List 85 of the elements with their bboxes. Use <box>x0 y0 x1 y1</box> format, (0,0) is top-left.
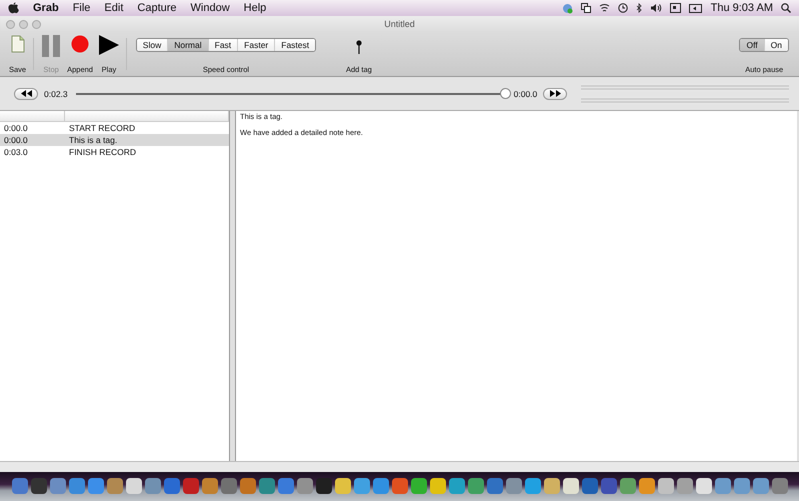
tag-time: 0:00.0 <box>4 123 29 133</box>
dock-app-icon[interactable] <box>772 478 788 494</box>
dock-app-icon[interactable] <box>752 478 768 494</box>
dock-app-icon[interactable] <box>164 478 180 494</box>
remaining-time: 0:00.0 <box>514 88 538 98</box>
dock-app-icon[interactable] <box>658 478 674 494</box>
dock-app-icon[interactable] <box>392 478 408 494</box>
dock-app-icon[interactable] <box>278 478 294 494</box>
menu-clock[interactable]: Thu 9:03 AM <box>710 2 773 14</box>
fast-forward-button[interactable] <box>543 88 568 100</box>
bluetooth-icon[interactable] <box>636 3 642 13</box>
dock-app-icon[interactable] <box>372 478 388 494</box>
dock-app-icon[interactable] <box>296 478 312 494</box>
tag-time: 0:00.0 <box>4 135 29 145</box>
dock-app-icon[interactable] <box>316 478 332 494</box>
volume-icon[interactable] <box>650 3 662 13</box>
dock-app-icon[interactable] <box>600 478 616 494</box>
dock-app-icon[interactable] <box>258 478 274 494</box>
dock-app-icon[interactable] <box>334 478 350 494</box>
windows-icon[interactable] <box>580 3 591 13</box>
dock-app-icon[interactable] <box>430 478 446 494</box>
fast-forward-icon <box>550 90 561 97</box>
rewind-button[interactable] <box>14 88 38 100</box>
dock-app-icon[interactable] <box>68 478 84 494</box>
dock-app-icon[interactable] <box>410 478 426 494</box>
wifi-icon[interactable] <box>598 3 610 13</box>
pause-icon <box>41 35 62 57</box>
record-icon <box>71 35 90 53</box>
elapsed-time: 0:02.3 <box>44 88 68 98</box>
dock-app-icon[interactable] <box>524 478 540 494</box>
dock-app-icon[interactable] <box>486 478 502 494</box>
dock-app-icon[interactable] <box>468 478 484 494</box>
dock-app-icon[interactable] <box>676 478 692 494</box>
dock-app-icon[interactable] <box>620 478 636 494</box>
tag-time: 0:03.0 <box>4 147 29 157</box>
tag-label: START RECORD <box>69 123 136 133</box>
dock-app-icon[interactable] <box>126 478 142 494</box>
dock-app-icon[interactable] <box>220 478 236 494</box>
dock-app-icon[interactable] <box>106 478 122 494</box>
dock-app-icon[interactable] <box>354 478 370 494</box>
window-title: Untitled <box>384 19 415 29</box>
dock-app-icon[interactable] <box>582 478 598 494</box>
pin-icon <box>356 40 362 54</box>
document-icon <box>10 35 25 53</box>
dock-app-icon[interactable] <box>88 478 104 494</box>
apple-logo-icon[interactable] <box>8 2 19 14</box>
display-icon[interactable] <box>670 3 681 13</box>
tag-label: FINISH RECORD <box>69 147 138 157</box>
speed-option[interactable]: Faster <box>237 39 274 51</box>
menu-item[interactable]: Window <box>190 2 230 14</box>
menu-item[interactable]: File <box>72 2 90 14</box>
tag-label: This is a tag. <box>69 135 118 145</box>
menu-item[interactable]: Help <box>244 2 266 14</box>
dock-app-icon[interactable] <box>182 478 198 494</box>
dock-app-icon[interactable] <box>448 478 464 494</box>
menu-item[interactable]: Edit <box>104 2 124 14</box>
dock-app-icon[interactable] <box>714 478 730 494</box>
dock-app-icon[interactable] <box>638 478 654 494</box>
dock-app-icon[interactable] <box>30 478 46 494</box>
menu-item[interactable]: Capture <box>137 2 177 14</box>
dock-app-icon[interactable] <box>734 478 750 494</box>
tag-row[interactable]: 0:00.0 START RECORD <box>0 122 229 134</box>
dock-app-icon[interactable] <box>202 478 218 494</box>
clock-icon[interactable] <box>618 3 628 13</box>
rewind-icon <box>20 90 32 97</box>
speed-option[interactable]: Normal <box>167 39 208 51</box>
speed-option[interactable]: Fastest <box>274 39 316 51</box>
auto-pause-option[interactable]: Off <box>740 39 764 51</box>
tag-row[interactable]: 0:03.0 FINISH RECORD <box>0 146 229 158</box>
dock-app-icon[interactable] <box>12 478 28 494</box>
search-icon[interactable] <box>781 3 791 13</box>
playback-slider-thumb[interactable] <box>500 88 511 98</box>
auto-pause-option[interactable]: On <box>764 39 788 51</box>
speed-option[interactable]: Slow <box>136 39 168 51</box>
dock-app-icon[interactable] <box>144 478 160 494</box>
speed-option[interactable]: Fast <box>208 39 238 51</box>
dock-app-icon[interactable] <box>696 478 712 494</box>
dock-app-icon[interactable] <box>506 478 522 494</box>
dock-app-icon[interactable] <box>562 478 578 494</box>
dock-app-icon[interactable] <box>544 478 560 494</box>
dock-app-icon[interactable] <box>240 478 256 494</box>
tag-row[interactable]: 0:00.0 This is a tag. <box>0 134 229 146</box>
play-icon <box>98 35 119 55</box>
dock-app-icon[interactable] <box>50 478 66 494</box>
menu-app-name[interactable]: Grab <box>33 2 59 14</box>
